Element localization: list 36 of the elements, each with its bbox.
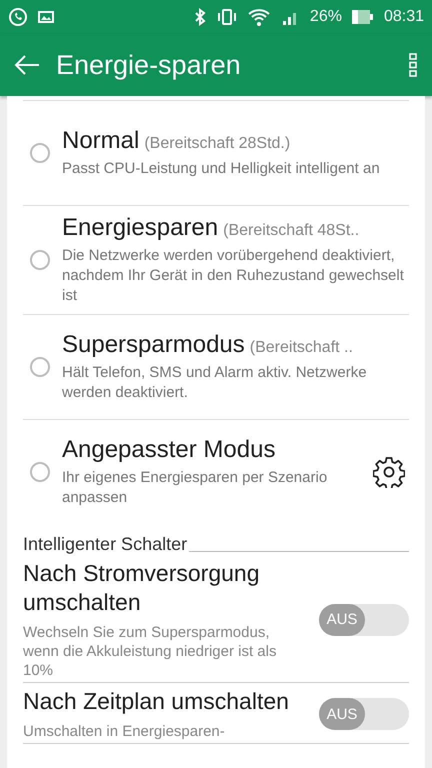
- image-icon: [38, 10, 54, 24]
- chat-icon: [8, 7, 28, 27]
- standby-time: (Bereitschaft 48St..: [223, 222, 360, 240]
- mode-description: Ihr eigenes Energiesparen per Szenario anpassen: [62, 468, 328, 508]
- battery-percentage: 26%: [310, 8, 342, 26]
- toggle-switch[interactable]: AUS: [319, 698, 409, 730]
- menu-icon[interactable]: [408, 52, 418, 78]
- radio-button[interactable]: [30, 143, 50, 163]
- switch-description: Umschalten in Energiesparen-: [23, 722, 226, 741]
- clock: 08:31: [384, 8, 424, 26]
- mode-description: Hält Telefon, SMS und Alarm aktiv. Netzwerke werden deaktiviert.: [62, 363, 368, 403]
- screen-title: Energie-sparen: [56, 50, 242, 80]
- radio-button[interactable]: [30, 462, 50, 482]
- toggle-knob[interactable]: AUS: [319, 604, 365, 636]
- radio-button[interactable]: [30, 357, 50, 377]
- mode-title: Angepasster Modus: [62, 436, 276, 464]
- bluetooth-icon: [194, 8, 206, 26]
- toggle-knob[interactable]: AUS: [319, 698, 365, 730]
- battery-icon: [352, 10, 374, 24]
- mode-description: Passt CPU-Leistung und Helligkeit intelligent an: [62, 159, 381, 179]
- mode-title: Supersparmodus: [62, 331, 245, 359]
- standby-time: (Bereitschaft ..: [250, 339, 353, 357]
- mode-title: Normal: [62, 127, 140, 155]
- switch-title: Nach Stromversorgung umschalten: [23, 559, 260, 617]
- standby-time: (Bereitschaft 28Std.): [144, 135, 290, 153]
- switch-title: Nach Zeitplan umschalten: [23, 687, 290, 716]
- vibrate-icon: [216, 8, 238, 26]
- switch-description: Wechseln Sie zum Supersparmodus, wenn die Akkuleistung niedriger ist als 10%: [23, 623, 278, 680]
- settings-icon[interactable]: [373, 456, 405, 488]
- mode-title: Energiesparen: [62, 214, 218, 242]
- back-arrow-icon[interactable]: [14, 54, 40, 76]
- toggle-switch[interactable]: AUS: [319, 604, 409, 636]
- mode-description: Die Netzwerke werden vorübergehend deaktiviert, nachdem Ihr Gerät in den Ruhezustand gewechselt ist: [62, 246, 405, 306]
- wifi-icon: [248, 8, 272, 26]
- radio-button[interactable]: [30, 250, 50, 270]
- section-header: Intelligenter Schalter: [23, 534, 188, 555]
